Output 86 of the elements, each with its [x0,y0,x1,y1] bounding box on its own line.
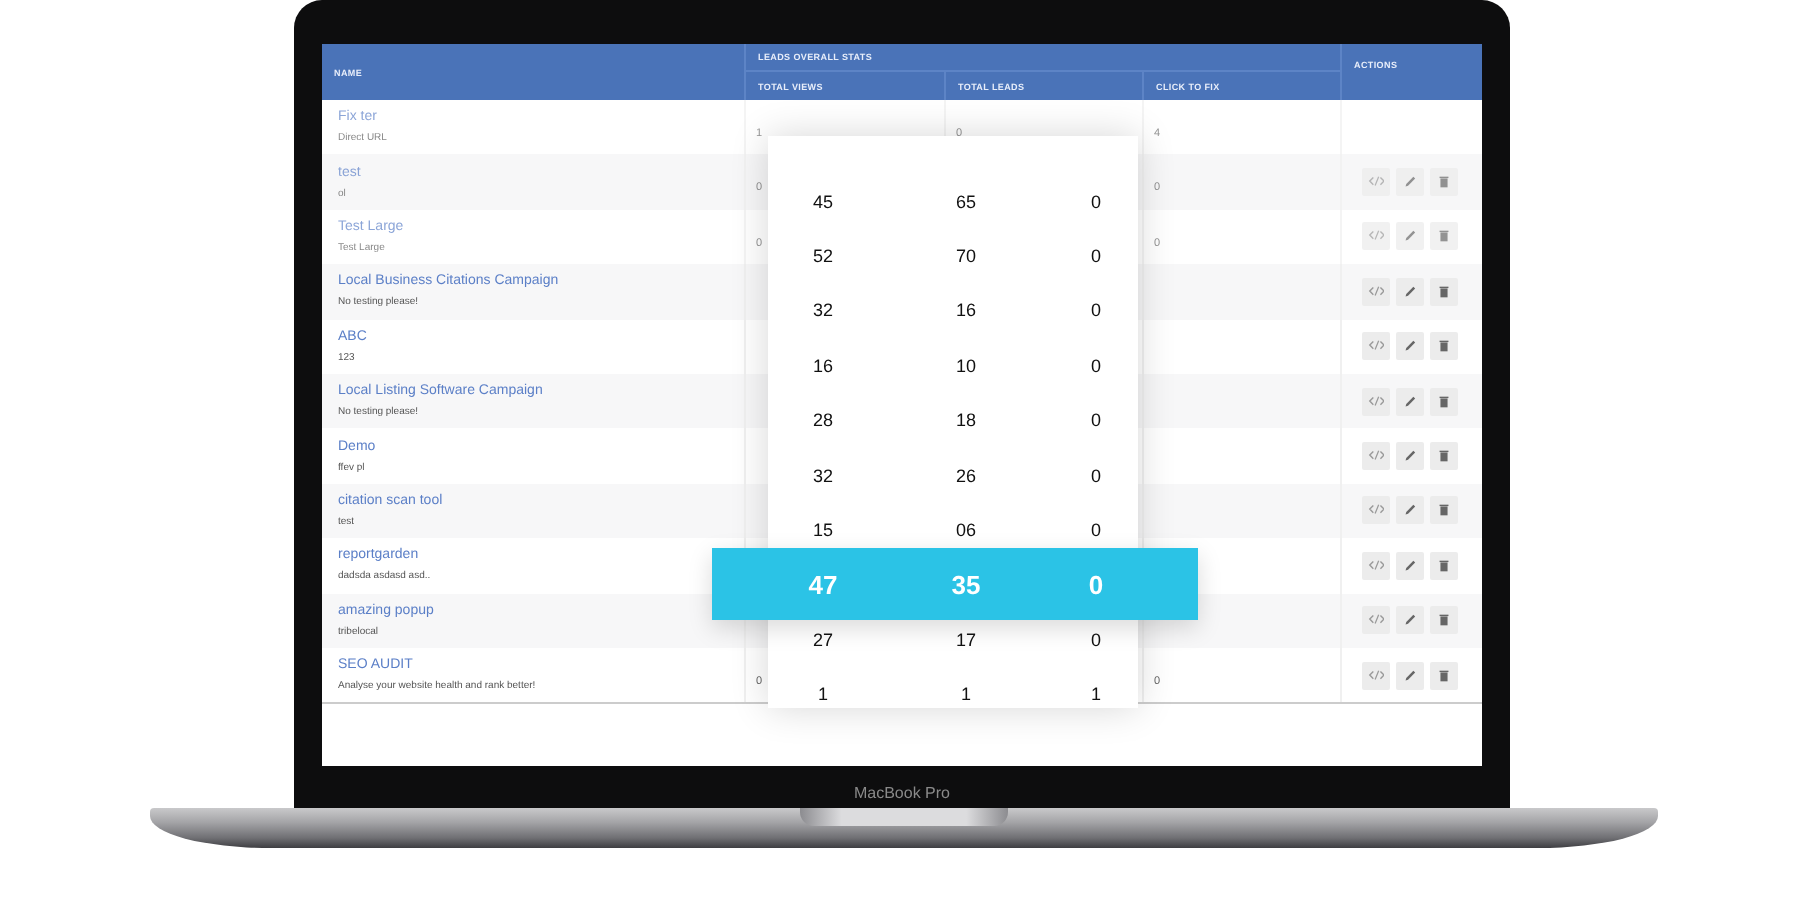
stat-value: 65 [953,191,978,212]
stat-value: 16 [810,355,835,376]
stat-value: 1 [1088,684,1103,705]
stat-value: 1 [815,684,830,705]
pencil-button[interactable] [1396,277,1424,306]
stat-value: 32 [810,300,835,321]
code-icon [1368,612,1384,629]
stat-value: 28 [810,410,835,431]
trash-button[interactable] [1430,168,1458,197]
trash-button[interactable] [1430,277,1458,306]
code-icon [1368,393,1384,410]
stat-value: 52 [810,246,835,267]
stat-value: 0 [1088,465,1103,486]
code-button[interactable] [1362,442,1390,471]
stat-value: 17 [953,629,978,650]
stat-value: 35 [949,569,983,600]
pencil-icon [1402,338,1418,355]
code-icon [1368,283,1384,300]
trash-icon [1436,283,1452,300]
stat-value: 0 [1086,569,1106,600]
trash-icon [1436,338,1452,355]
code-button[interactable] [1362,332,1390,361]
trash-icon [1436,612,1452,629]
stat-value: 1 [958,684,973,705]
code-icon [1368,174,1384,191]
trash-icon [1436,667,1452,684]
code-icon [1368,338,1384,355]
stat-value: 0 [1088,629,1103,650]
stat-value: 0 [1088,300,1103,321]
code-icon [1368,448,1384,465]
code-icon [1368,557,1384,574]
pencil-button[interactable] [1396,168,1424,197]
highlighted-row[interactable]: 47 35 0 [712,548,1198,621]
code-button[interactable] [1362,661,1390,690]
stat-value: 15 [810,520,835,541]
pencil-icon [1402,283,1418,300]
trash-icon [1436,228,1452,245]
trash-icon [1436,502,1452,519]
device-label: MacBook Pro [853,781,951,803]
trash-button[interactable] [1430,222,1458,251]
trash-button[interactable] [1430,442,1458,471]
pencil-button[interactable] [1396,551,1424,580]
pencil-button[interactable] [1396,332,1424,361]
pencil-icon [1402,557,1418,574]
stat-value: 32 [810,465,835,486]
code-icon [1368,667,1384,684]
trash-icon [1436,393,1452,410]
stat-value: 06 [953,520,978,541]
pencil-button[interactable] [1396,661,1424,690]
stat-value: 0 [1088,410,1103,431]
pencil-button[interactable] [1396,222,1424,251]
stat-value: 70 [953,246,978,267]
code-icon [1368,502,1384,519]
pencil-icon [1402,502,1418,519]
code-button[interactable] [1362,551,1390,580]
stat-value: 0 [1088,520,1103,541]
trash-icon [1436,557,1452,574]
pencil-icon [1402,448,1418,465]
trash-button[interactable] [1430,551,1458,580]
stat-value: 10 [953,355,978,376]
trash-button[interactable] [1430,387,1458,416]
trash-button[interactable] [1430,661,1458,690]
stat-value: 0 [1088,191,1103,212]
stat-value: 45 [810,191,835,212]
stat-value: 47 [806,569,840,600]
pencil-button[interactable] [1396,496,1424,525]
pencil-icon [1402,667,1418,684]
pencil-icon [1402,393,1418,410]
stat-value: 0 [1088,355,1103,376]
pencil-button[interactable] [1396,387,1424,416]
pencil-icon [1402,612,1418,629]
trash-button[interactable] [1430,332,1458,361]
stat-value: 0 [1088,246,1103,267]
trash-button[interactable] [1430,606,1458,635]
stat-value: 27 [810,629,835,650]
stat-value: 18 [953,410,978,431]
stat-value: 16 [953,300,978,321]
trash-icon [1436,448,1452,465]
trash-button[interactable] [1430,496,1458,525]
stat-value: 26 [953,465,978,486]
trash-icon [1436,174,1452,191]
pencil-icon [1402,174,1418,191]
pencil-button[interactable] [1396,606,1424,635]
code-icon [1368,228,1384,245]
pencil-button[interactable] [1396,442,1424,471]
pencil-icon [1402,228,1418,245]
